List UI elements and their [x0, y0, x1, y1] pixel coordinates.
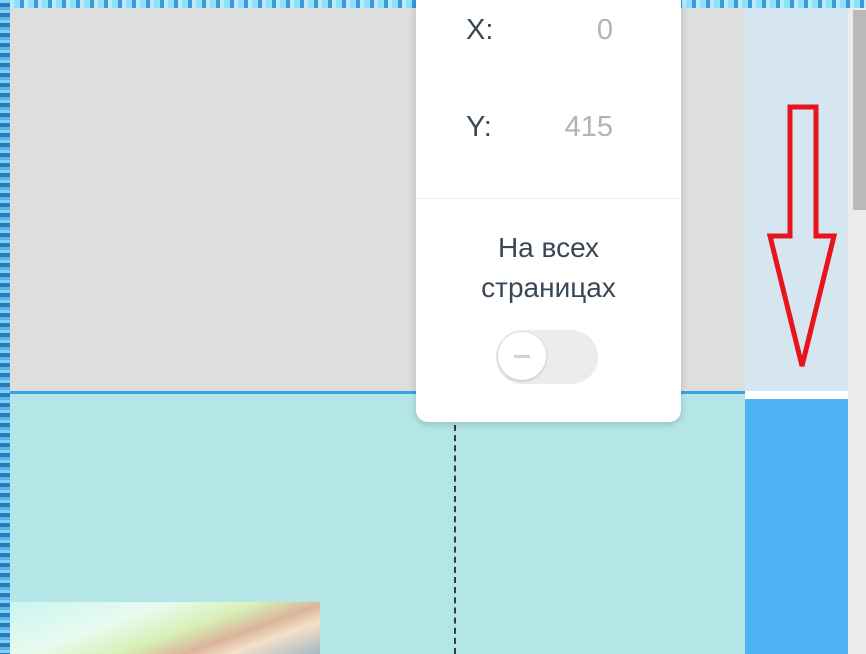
side-panel-section	[745, 399, 848, 654]
panel-divider	[416, 198, 681, 199]
all-pages-label: На всех страницах	[416, 228, 681, 308]
toggle-knob	[498, 332, 546, 380]
side-panel-separator	[745, 391, 848, 399]
alignment-guide-lower	[454, 425, 456, 654]
image-element[interactable]	[10, 602, 320, 654]
x-value[interactable]: 0	[597, 14, 613, 47]
all-pages-toggle[interactable]	[496, 330, 598, 384]
all-pages-label-line1: На всех	[497, 232, 600, 263]
y-label: Y:	[466, 111, 492, 143]
down-arrow-icon	[766, 104, 838, 367]
decorative-border-left	[0, 0, 10, 654]
x-label: X:	[466, 14, 494, 46]
y-value[interactable]: 415	[565, 111, 613, 144]
position-panel: X: 0 Y: 415 На всех страницах	[416, 0, 681, 422]
scrollbar-thumb[interactable]	[853, 10, 866, 210]
all-pages-label-line2: страницах	[481, 272, 616, 303]
minus-icon	[514, 355, 530, 358]
